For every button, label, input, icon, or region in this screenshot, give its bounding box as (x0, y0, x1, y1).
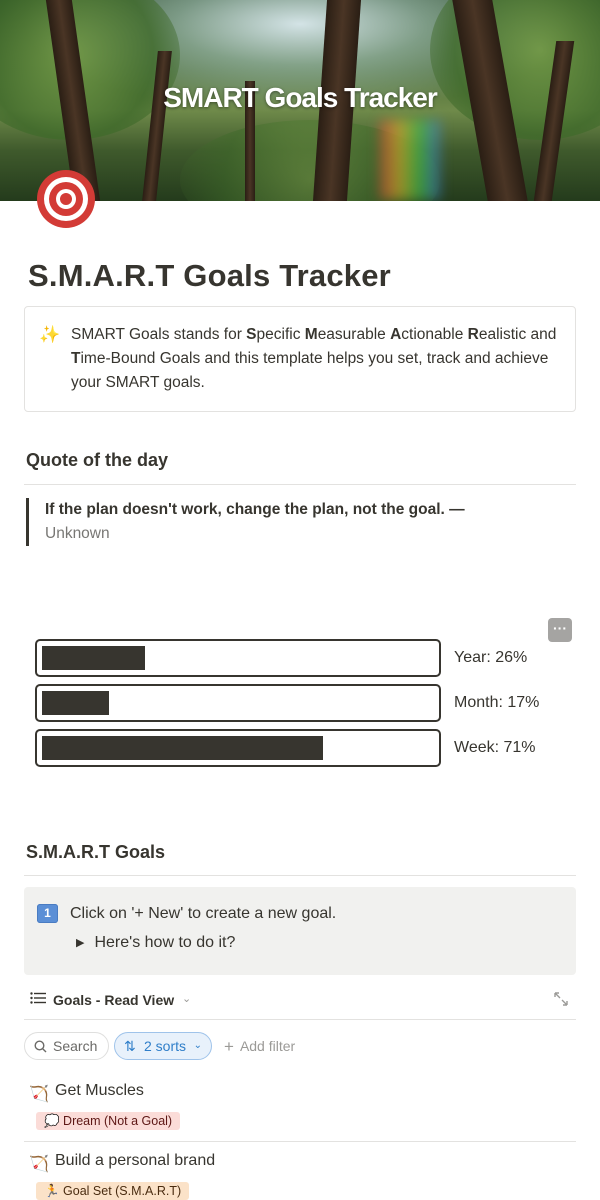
chevron-down-icon: ⌄ (193, 1040, 202, 1051)
progress-label: Month: 17% (454, 694, 540, 711)
plus-icon: + (224, 1037, 234, 1056)
progress-label: Year: 26% (454, 649, 528, 666)
progress-bar-fill (42, 646, 145, 670)
database-view-header: Goals - Read View ⌄ (24, 988, 576, 1012)
intro-text-segment: easurable (317, 326, 391, 343)
search-label: Search (53, 1038, 98, 1054)
divider (24, 875, 576, 876)
status-tag: 🏃 Goal Set (S.M.A.R.T) (36, 1182, 190, 1200)
search-button[interactable]: Search (24, 1032, 109, 1060)
status-tag: 💭 Dream (Not a Goal) (36, 1112, 181, 1130)
progress-row: Month: 17% (35, 684, 575, 722)
target-icon[interactable] (36, 169, 96, 229)
sort-arrows-icon: ⇅ (124, 1038, 136, 1054)
intro-text-segment: pecific (256, 326, 305, 343)
intro-bold-letter: R (467, 326, 479, 343)
intro-text-segment: ime-Bound Goals and this template helps … (71, 350, 549, 391)
view-selector[interactable]: Goals - Read View (53, 992, 174, 1008)
progress-label: Week: 71% (454, 739, 536, 756)
goal-name[interactable]: Build a personal brand (55, 1152, 215, 1170)
sort-button[interactable]: ⇅ 2 sorts ⌄ (114, 1032, 212, 1060)
intro-bold-letter: M (304, 326, 318, 343)
how-to-toggle[interactable]: ▶ Here's how to do it? (76, 934, 235, 952)
add-filter-label: Add filter (239, 1038, 296, 1054)
expand-icon[interactable] (554, 992, 568, 1006)
intro-text-segment: ctionable (401, 326, 468, 343)
intro-text: SMART Goals stands for Specific Measurab… (71, 323, 559, 395)
search-icon (34, 1040, 47, 1053)
intro-bold-letter: S (246, 326, 257, 343)
sort-label: 2 sorts (144, 1038, 187, 1054)
progress-bar-track (35, 639, 441, 677)
cover-title: SMART Goals Tracker (163, 82, 438, 113)
quote-dash: — (444, 501, 465, 518)
intro-callout: ✨ SMART Goals stands for Specific Measur… (24, 306, 576, 412)
intro-text-segment: SMART Goals stands for (71, 326, 247, 343)
page-title: S.M.A.R.T Goals Tracker (28, 258, 391, 293)
progress-row: Week: 71% (35, 729, 575, 767)
divider (24, 484, 576, 485)
intro-bold-letter: A (390, 326, 402, 343)
instruction-callout: 1 Click on '+ New' to create a new goal.… (24, 887, 576, 975)
progress-bar-track (35, 684, 441, 722)
chevron-down-icon[interactable]: ⌄ (182, 992, 191, 1005)
add-filter-button[interactable]: + Add filter (224, 1036, 295, 1056)
quote-text: If the plan doesn't work, change the pla… (45, 501, 445, 518)
bow-and-arrow-icon: 🏹 (29, 1156, 49, 1173)
progress-bar-fill (42, 691, 109, 715)
goal-list-item[interactable]: 🏹 Build a personal brand 🏃 Goal Set (S.M.A… (24, 1152, 576, 1200)
intro-text-segment: ealistic and (478, 326, 557, 343)
toggle-triangle-icon[interactable]: ▶ (76, 937, 84, 949)
goals-heading: S.M.A.R.T Goals (26, 842, 166, 862)
goal-name[interactable]: Get Muscles (55, 1082, 144, 1100)
list-icon[interactable] (30, 992, 46, 1004)
progress-bar-fill (42, 736, 323, 760)
quote-heading: Quote of the day (26, 450, 169, 470)
keycap-one-icon: 1 (37, 904, 58, 923)
instruction-text: Click on '+ New' to create a new goal. (70, 905, 337, 922)
sparkles-icon: ✨ (39, 325, 61, 344)
divider (24, 1141, 576, 1142)
divider (24, 1019, 576, 1020)
quote-block: If the plan doesn't work, change the pla… (26, 498, 566, 546)
progress-row: Year: 26% (35, 639, 575, 677)
goal-list-item[interactable]: 🏹 Get Muscles 💭 Dream (Not a Goal) (24, 1082, 576, 1140)
bow-and-arrow-icon: 🏹 (29, 1086, 49, 1103)
quote-author: Unknown (45, 525, 110, 542)
toggle-label: Here's how to do it? (94, 934, 236, 951)
progress-bar-track (35, 729, 441, 767)
